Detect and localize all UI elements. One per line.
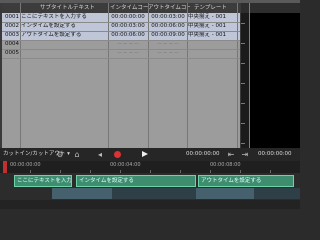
- column-divider: [237, 3, 238, 158]
- header-subtitle-text[interactable]: サブタイトルテキスト: [40, 3, 110, 13]
- track-segment[interactable]: [52, 188, 112, 199]
- table-row[interactable]: 0005 -- -- -- -- -- -- -- --: [2, 49, 240, 58]
- row-template[interactable]: [188, 40, 236, 49]
- row-in-timecode[interactable]: -- -- -- --: [109, 49, 147, 58]
- timeline-clip[interactable]: アウトタイムを設定する: [198, 175, 294, 187]
- row-number: 0001: [5, 14, 19, 20]
- play-button[interactable]: [142, 151, 148, 157]
- timecode-out-display: 00:00:00:00: [258, 151, 292, 157]
- table-row[interactable]: 0004 -- -- -- -- -- -- -- --: [2, 40, 240, 49]
- row-in-timecode[interactable]: 00:00:03:00: [109, 22, 147, 31]
- set-in-icon[interactable]: ⇤: [226, 150, 236, 159]
- row-text[interactable]: [21, 49, 104, 58]
- settings-icon[interactable]: ⚙: [55, 150, 65, 159]
- row-number: 0002: [5, 23, 19, 29]
- row-divider: [2, 49, 240, 50]
- timeline-scrollbar[interactable]: [0, 200, 300, 209]
- preview-ruler: [241, 13, 249, 158]
- row-out-timecode[interactable]: -- -- -- --: [149, 49, 187, 58]
- track-segment[interactable]: [196, 188, 254, 199]
- record-button[interactable]: [114, 151, 121, 158]
- header-number[interactable]: [5, 3, 19, 13]
- row-divider: [2, 58, 240, 59]
- timecode-in-display: 00:00:00:00: [186, 151, 220, 157]
- row-text[interactable]: ここにテキストを入力する: [21, 13, 104, 22]
- table-row[interactable]: 0003 アウトタイムを設定する 00:00:06:00 00:00:09:00…: [2, 31, 240, 40]
- column-divider: [108, 3, 109, 158]
- row-text[interactable]: インタイムを設定する: [21, 22, 104, 31]
- row-text[interactable]: [21, 40, 104, 49]
- timeline-ruler[interactable]: 00:00:00:00 00:00:04:00 00:00:08:00: [0, 161, 300, 173]
- column-divider: [148, 3, 149, 158]
- row-template[interactable]: 中央揃え - 001: [188, 31, 236, 40]
- row-number: 0003: [5, 32, 19, 38]
- ruler-label: 00:00:04:00: [110, 162, 141, 168]
- row-out-timecode[interactable]: 00:00:06:00: [149, 22, 187, 31]
- row-text[interactable]: アウトタイムを設定する: [21, 31, 104, 40]
- set-out-icon[interactable]: ⇥: [240, 150, 250, 159]
- row-out-timecode[interactable]: 00:00:09:00: [149, 31, 187, 40]
- row-number: 0005: [5, 50, 19, 56]
- header-in-timecode[interactable]: インタイムコード: [110, 3, 150, 13]
- row-number: 0004: [5, 41, 19, 47]
- ruler-label: 00:00:00:00: [10, 162, 41, 168]
- row-in-timecode[interactable]: 00:00:00:00: [109, 13, 147, 22]
- marker-icon[interactable]: ⌂: [72, 150, 82, 159]
- playhead-marker[interactable]: [3, 161, 7, 173]
- ruler-label: 00:00:08:00: [210, 162, 241, 168]
- row-divider: [2, 40, 240, 41]
- subtitle-table: サブタイトルテキスト インタイムコード アウトタイムコード テンプレート 000…: [2, 3, 240, 158]
- table-row[interactable]: 0001 ここにテキストを入力する 00:00:00:00 00:00:03:0…: [2, 13, 240, 22]
- playhead-line: [249, 3, 250, 158]
- row-in-timecode[interactable]: 00:00:06:00: [109, 31, 147, 40]
- row-out-timecode[interactable]: 00:00:03:00: [149, 13, 187, 22]
- header-out-timecode[interactable]: アウトタイムコード: [148, 3, 190, 13]
- row-template[interactable]: [188, 49, 236, 58]
- row-divider: [2, 31, 240, 32]
- row-template[interactable]: 中央揃え - 001: [188, 13, 236, 22]
- timeline-clip[interactable]: ここにテキストを入力する: [14, 175, 72, 187]
- table-row[interactable]: 0002 インタイムを設定する 00:00:03:00 00:00:06:00 …: [2, 22, 240, 31]
- transport-toolbar: カットイン/カットアウト ▾ ⚙ ⌂ ◂ 00:00:00:00 ⇤ ⇥ 00:…: [0, 148, 300, 161]
- step-back-icon[interactable]: ◂: [95, 150, 105, 159]
- row-divider: [2, 22, 240, 23]
- row-template[interactable]: 中央揃え - 001: [188, 22, 236, 31]
- column-divider: [187, 3, 188, 158]
- header-template[interactable]: テンプレート: [194, 3, 240, 13]
- timeline-clip[interactable]: インタイムを設定する: [76, 175, 196, 187]
- table-header: サブタイトルテキスト インタイムコード アウトタイムコード テンプレート: [2, 3, 240, 13]
- row-in-timecode[interactable]: -- -- -- --: [109, 40, 147, 49]
- column-divider: [20, 3, 21, 158]
- row-out-timecode[interactable]: -- -- -- --: [149, 40, 187, 49]
